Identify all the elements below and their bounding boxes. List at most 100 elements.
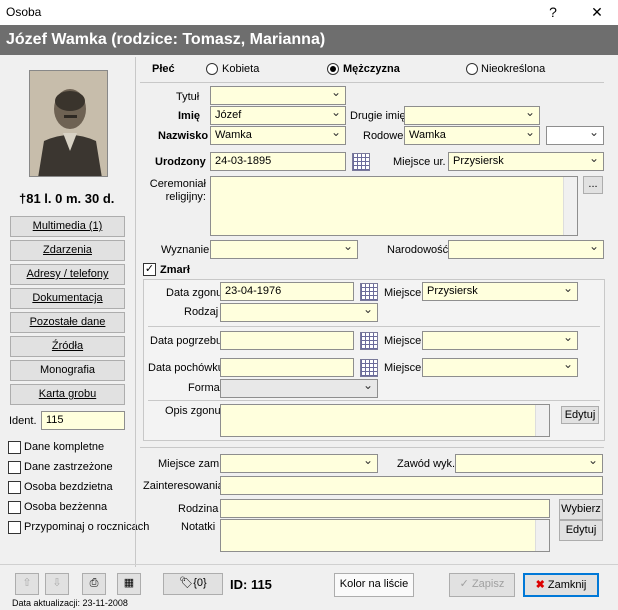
rodowe-select[interactable]: Wamka (404, 126, 540, 145)
miejsce-pogrzebu-select[interactable] (422, 331, 578, 350)
zainteresowania-field[interactable] (220, 476, 603, 495)
dokumentacja-button[interactable]: Dokumentacja (10, 288, 125, 309)
close-window-button[interactable]: ✕ (582, 3, 612, 23)
osoba-bezzenna-checkbox[interactable] (8, 501, 21, 514)
sex-label: Płeć (152, 63, 175, 75)
data-pochowku-field[interactable] (220, 358, 354, 377)
printer-icon[interactable]: ⎙ (82, 573, 106, 595)
rocznice-label: Przypominaj o rocznicach (24, 521, 150, 533)
ceremonial-textarea[interactable] (210, 176, 578, 236)
divider (140, 447, 604, 448)
left-divider (135, 57, 136, 567)
sources-count-button[interactable]: 🏷{0} (163, 573, 223, 595)
divider (148, 326, 600, 327)
rodzaj-label: Rodzaj (184, 306, 219, 318)
miejsce-pochowku-select[interactable] (422, 358, 578, 377)
zdarzenia-button[interactable]: Zdarzenia (10, 240, 125, 261)
zamknij-button[interactable]: ✖ Zamknij (523, 573, 599, 597)
radio-kobieta[interactable] (206, 63, 218, 75)
checkmark-icon: ✓ (459, 578, 472, 590)
zrodla-button[interactable]: Źródła (10, 336, 125, 357)
radio-mezczyzna-label: Mężczyzna (343, 63, 400, 75)
rodzaj-select[interactable] (220, 303, 378, 322)
rodowe-extra-select[interactable] (546, 126, 604, 145)
drugie-imie-select[interactable] (404, 106, 540, 125)
zapisz-label: Zapisz (471, 578, 505, 590)
zawod-select[interactable] (455, 454, 603, 473)
arrow-down-icon[interactable]: ⇩ (45, 573, 69, 595)
miejsce-pochowku-label: Miejsce (384, 362, 422, 374)
miejsce-pogrzebu-label: Miejsce (384, 335, 422, 347)
sources-count: {0} (193, 577, 207, 589)
tytul-select[interactable] (210, 86, 346, 105)
osoba-bezdzietna-label: Osoba bezdzietna (24, 481, 113, 493)
calendar-icon[interactable] (352, 153, 370, 171)
person-header: Józef Wamka (rodzice: Tomasz, Marianna) (0, 25, 618, 55)
footer-divider (0, 564, 618, 565)
tag-icon: 🏷 (179, 577, 194, 589)
calendar-icon[interactable] (360, 359, 378, 377)
zmarl-label: Zmarł (160, 264, 190, 276)
wyznanie-label: Wyznanie (161, 244, 210, 256)
dane-zastrzezone-label: Dane zastrzeżone (24, 461, 113, 473)
pozostale-dane-button[interactable]: Pozostałe dane (10, 312, 125, 333)
radio-mezczyzna[interactable] (327, 63, 339, 75)
drugie-imie-label: Drugie imię (350, 110, 406, 122)
miejsce-ur-label: Miejsce ur. (393, 156, 446, 168)
wyznanie-select[interactable] (210, 240, 358, 259)
tytul-label: Tytuł (176, 91, 200, 103)
id-text: ID: 115 (230, 577, 272, 592)
opis-zgonu-label: Opis zgonu (165, 405, 221, 417)
arrow-up-icon[interactable]: ⇧ (15, 573, 39, 595)
adresy-button[interactable]: Adresy / telefony (10, 264, 125, 285)
osoba-bezzenna-label: Osoba bezżenna (24, 501, 108, 513)
urodzony-field[interactable]: 24-03-1895 (210, 152, 346, 171)
wybierz-button[interactable]: Wybierz (559, 499, 603, 520)
opis-scrollbar[interactable] (535, 405, 549, 436)
osoba-bezdzietna-checkbox[interactable] (8, 481, 21, 494)
rodowe-label: Rodowe (363, 130, 404, 142)
narodowosc-select[interactable] (448, 240, 604, 259)
calendar-icon[interactable] (360, 283, 378, 301)
miejsce-ur-select[interactable]: Przysiersk (448, 152, 604, 171)
lifespan-text: †81 l. 0 m. 30 d. (19, 191, 115, 206)
rocznice-checkbox[interactable] (8, 521, 21, 534)
notatki-edytuj-button[interactable]: Edytuj (559, 520, 603, 541)
imie-label: Imię (178, 110, 201, 122)
ceremonial-scrollbar[interactable] (563, 177, 577, 235)
title-bar: Osoba ? ✕ (0, 0, 618, 25)
kolor-button[interactable]: Kolor na liście (334, 573, 414, 597)
divider (140, 82, 604, 83)
nazwisko-select[interactable]: Wamka (210, 126, 346, 145)
calendar-icon[interactable] (360, 332, 378, 350)
rodzina-field[interactable] (220, 499, 550, 518)
opis-zgonu-textarea[interactable] (220, 404, 550, 437)
notatki-textarea[interactable] (220, 519, 550, 552)
help-button[interactable]: ? (538, 3, 568, 23)
data-zgonu-field[interactable]: 23-04-1976 (220, 282, 354, 301)
zmarl-checkbox[interactable]: ✓ (143, 263, 156, 276)
karta-grobu-button[interactable]: Karta grobu (10, 384, 125, 405)
data-zgonu-label: Data zgonu (166, 287, 223, 299)
dane-kompletne-checkbox[interactable] (8, 441, 21, 454)
dane-zastrzezone-checkbox[interactable] (8, 461, 21, 474)
ident-field[interactable]: 115 (41, 411, 125, 430)
opis-edytuj-button[interactable]: Edytuj (561, 406, 599, 424)
calculator-icon[interactable]: ▦ (117, 573, 141, 595)
data-pogrzebu-field[interactable] (220, 331, 354, 350)
radio-nieokreslona-label: Nieokreślona (481, 63, 546, 75)
zawod-label: Zawód wyk. (397, 458, 456, 470)
monografia-button[interactable]: Monografia (10, 360, 125, 381)
radio-nieokreslona[interactable] (466, 63, 478, 75)
miejsce-zam-select[interactable] (220, 454, 378, 473)
multimedia-button[interactable]: Multimedia (1) (10, 216, 125, 237)
miejsce-zgonu-select[interactable]: Przysiersk (422, 282, 578, 301)
window-title: Osoba (6, 5, 42, 19)
miejsce-zam-label: Miejsce zam. (158, 458, 223, 470)
imie-select[interactable]: Józef (210, 106, 346, 125)
notatki-scrollbar[interactable] (535, 520, 549, 551)
zapisz-button[interactable]: ✓ Zapisz (449, 573, 515, 597)
radio-kobieta-label: Kobieta (222, 63, 260, 75)
person-photo[interactable] (29, 70, 108, 177)
ceremonial-browse-button[interactable]: ... (583, 176, 603, 194)
